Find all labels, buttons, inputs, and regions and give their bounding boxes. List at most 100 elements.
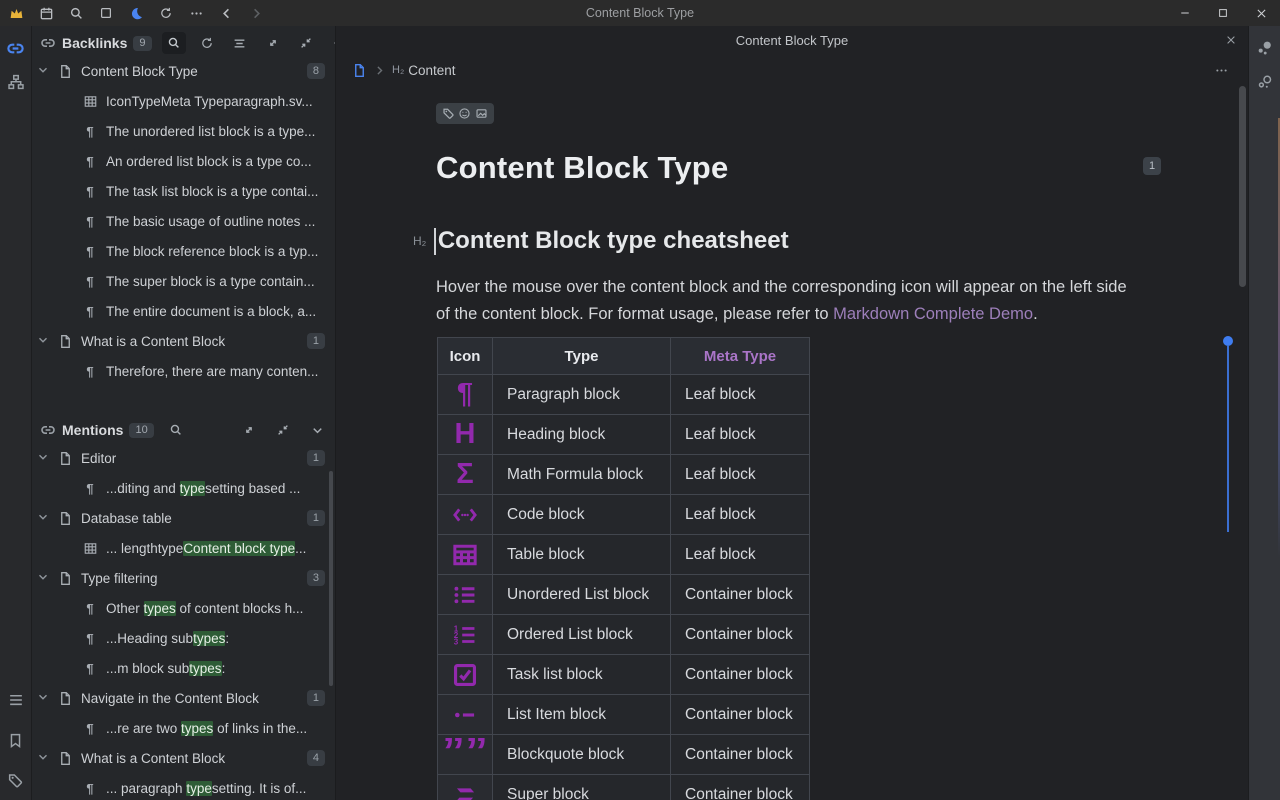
backlink-item[interactable]: ¶The unordered list block is a type... xyxy=(32,116,335,146)
backlink-item[interactable]: ¶The task list block is a type contai... xyxy=(32,176,335,206)
breadcrumb-heading-text[interactable]: Content xyxy=(408,63,455,78)
mention-item[interactable]: Editor1 xyxy=(32,443,335,473)
count-badge: 1 xyxy=(307,450,325,466)
tab-content-block-type[interactable]: Content Block Type xyxy=(736,33,849,48)
tree-chevron-down-icon[interactable] xyxy=(36,750,52,766)
mention-item[interactable]: What is a Content Block4 xyxy=(32,743,335,773)
tree-chevron-down-icon[interactable] xyxy=(36,510,52,526)
backlinks-link-icon[interactable] xyxy=(4,36,28,60)
tree-chevron-down-icon[interactable] xyxy=(36,450,52,466)
backlink-item[interactable]: ¶An ordered list block is a type co... xyxy=(32,146,335,176)
meta-cell[interactable]: Leaf block xyxy=(671,415,810,455)
meta-cell[interactable]: Container block xyxy=(671,695,810,735)
tree-chevron-down-icon[interactable] xyxy=(36,570,52,586)
mention-item[interactable]: Database table1 xyxy=(32,503,335,533)
mentions-expand-icon[interactable] xyxy=(237,419,261,441)
tab-close-icon[interactable] xyxy=(1222,31,1240,49)
outline-panel-icon[interactable] xyxy=(4,688,28,712)
meta-cell[interactable]: Leaf block xyxy=(671,375,810,415)
text-caret xyxy=(434,228,436,255)
type-cell[interactable]: Heading block xyxy=(493,415,671,455)
mentions-tree: Editor1¶...diting and typesetting based … xyxy=(32,443,335,800)
mentions-chevron-down-icon[interactable] xyxy=(305,419,329,441)
h2-heading-text[interactable]: Content Block type cheatsheet xyxy=(438,227,789,255)
editor-scrollbar[interactable] xyxy=(1239,86,1246,287)
backlink-item[interactable]: IconTypeMeta Typeparagraph.sv... xyxy=(32,86,335,116)
tree-chevron-down-icon[interactable] xyxy=(36,333,52,349)
meta-cell[interactable]: Leaf block xyxy=(671,495,810,535)
document-icon xyxy=(57,570,73,586)
editor-mode-square-icon[interactable] xyxy=(94,3,118,23)
backlinks-expand-icon[interactable] xyxy=(261,32,285,54)
mention-item[interactable]: ¶...re are two types of links in the... xyxy=(32,713,335,743)
doc-title[interactable]: Content Block Type xyxy=(436,150,728,186)
type-cell[interactable]: Table block xyxy=(493,535,671,575)
backlinks-refresh-icon[interactable] xyxy=(195,32,219,54)
backlink-item[interactable]: ¶The super block is a type contain... xyxy=(32,266,335,296)
backlink-item[interactable]: ¶The block reference block is a typ... xyxy=(32,236,335,266)
mention-item[interactable]: ¶Other types of content blocks h... xyxy=(32,593,335,623)
mention-item[interactable]: ¶...diting and typesetting based ... xyxy=(32,473,335,503)
tag-panel-icon[interactable] xyxy=(4,768,28,792)
mention-item[interactable]: ... lengthtypeContent block type... xyxy=(32,533,335,563)
backlinks-collapse-icon[interactable] xyxy=(294,32,318,54)
mentions-search-icon[interactable] xyxy=(164,419,188,441)
type-cell[interactable]: Task list block xyxy=(493,655,671,695)
doc-tag-icon[interactable] xyxy=(442,107,455,120)
mention-item[interactable]: Type filtering3 xyxy=(32,563,335,593)
theme-moon-icon[interactable] xyxy=(124,3,148,23)
backlink-item[interactable]: What is a Content Block1 xyxy=(32,326,335,356)
type-cell[interactable]: Super block xyxy=(493,775,671,800)
tree-chevron-down-icon[interactable] xyxy=(36,63,52,79)
meta-cell[interactable]: Container block xyxy=(671,735,810,775)
type-cell[interactable]: Paragraph block xyxy=(493,375,671,415)
type-cell[interactable]: Math Formula block xyxy=(493,455,671,495)
type-cell[interactable]: Code block xyxy=(493,495,671,535)
mention-item[interactable]: ¶...Heading subtypes: xyxy=(32,623,335,653)
nav-back-icon[interactable] xyxy=(214,3,238,23)
breadcrumb-more-icon[interactable] xyxy=(1210,60,1232,80)
type-cell[interactable]: Ordered List block xyxy=(493,615,671,655)
type-cell[interactable]: List Item block xyxy=(493,695,671,735)
meta-cell[interactable]: Leaf block xyxy=(671,455,810,495)
meta-cell[interactable]: Container block xyxy=(671,615,810,655)
type-cell[interactable]: Blockquote block xyxy=(493,735,671,775)
type-cell[interactable]: Unordered List block xyxy=(493,575,671,615)
intro-paragraph[interactable]: Hover the mouse over the content block a… xyxy=(436,274,1140,327)
doc-banner-image-icon[interactable] xyxy=(475,107,488,120)
graph-view-icon[interactable] xyxy=(1253,36,1277,60)
mention-item[interactable]: ¶... paragraph typesetting. It is of... xyxy=(32,773,335,800)
workspace-crown-icon[interactable] xyxy=(4,3,28,23)
window-close-icon[interactable] xyxy=(1242,0,1280,26)
tree-chevron-down-icon[interactable] xyxy=(36,690,52,706)
bookmark-panel-icon[interactable] xyxy=(4,728,28,752)
global-search-icon[interactable] xyxy=(64,3,88,23)
doc-title-backlink-badge[interactable]: 1 xyxy=(1143,157,1161,175)
window-maximize-icon[interactable] xyxy=(1204,0,1242,26)
sync-icon[interactable] xyxy=(154,3,178,23)
mentions-scrollbar[interactable] xyxy=(329,471,333,686)
backlinks-min-icon[interactable] xyxy=(327,32,336,54)
backlink-item[interactable]: ¶The basic usage of outline notes ... xyxy=(32,206,335,236)
mention-item[interactable]: Navigate in the Content Block1 xyxy=(32,683,335,713)
backlinks-search-icon[interactable] xyxy=(162,32,186,54)
backlink-item[interactable]: Content Block Type8 xyxy=(32,56,335,86)
backlink-item[interactable]: ¶Therefore, there are many conten... xyxy=(32,356,335,385)
mention-item[interactable]: ¶...m block subtypes: xyxy=(32,653,335,683)
backlink-label: The basic usage of outline notes ... xyxy=(106,214,315,229)
doc-emoji-icon[interactable] xyxy=(458,107,471,120)
breadcrumb-document-icon[interactable] xyxy=(352,63,367,78)
meta-cell[interactable]: Leaf block xyxy=(671,535,810,575)
window-minimize-icon[interactable] xyxy=(1166,0,1204,26)
daily-note-calendar-icon[interactable] xyxy=(34,3,58,23)
more-ellipsis-icon[interactable] xyxy=(184,3,208,23)
mentions-collapse-icon[interactable] xyxy=(271,419,295,441)
meta-cell[interactable]: Container block xyxy=(671,575,810,615)
meta-cell[interactable]: Container block xyxy=(671,655,810,695)
global-graph-icon[interactable] xyxy=(1253,70,1277,94)
backlinks-expand-list-icon[interactable] xyxy=(228,32,252,54)
markdown-demo-link[interactable]: Markdown Complete Demo xyxy=(833,305,1033,323)
backlink-item[interactable]: ¶The entire document is a block, a... xyxy=(32,296,335,326)
graph-panel-icon[interactable] xyxy=(4,70,28,94)
meta-cell[interactable]: Container block xyxy=(671,775,810,800)
